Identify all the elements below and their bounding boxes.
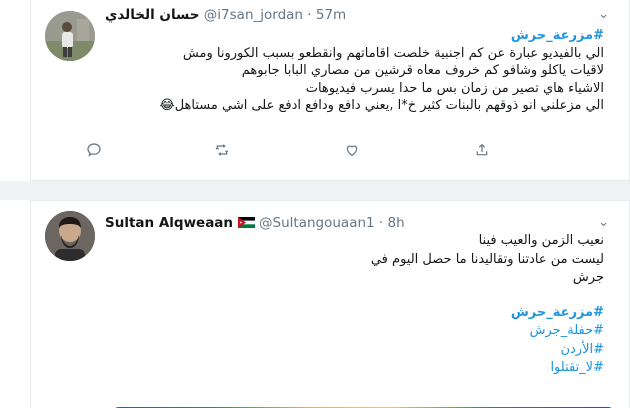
tweet-line: جرش xyxy=(572,270,604,285)
tweet-line: الي مزعلني انو ذوقهم بالبنات كثير خ*ا ,ي… xyxy=(159,98,604,113)
tweet-line: نعيب الزمن والعيب فينا xyxy=(478,233,604,248)
hashtag[interactable]: #لا_تقتلوا xyxy=(111,359,604,378)
separator-dot: · xyxy=(307,7,312,23)
hashtag[interactable]: #حفلة_جرش xyxy=(111,322,604,341)
reply-icon[interactable] xyxy=(83,139,105,161)
timeline-gap xyxy=(0,181,630,200)
timestamp[interactable]: 57m xyxy=(316,7,346,23)
avatar[interactable] xyxy=(45,211,95,261)
jordan-flag-icon xyxy=(238,214,256,228)
display-name[interactable]: Sultan Alqweaan xyxy=(105,215,233,231)
tweet-line: ليست من عادتنا وتقاليدنا ما حصل اليوم في xyxy=(370,251,604,267)
tweet-card[interactable]: حسان الخالدي @i7san_jordan · 57m ⌄ #مزرع… xyxy=(30,0,630,181)
retweet-icon[interactable] xyxy=(211,139,233,161)
share-icon[interactable] xyxy=(471,139,493,161)
tweet-header: حسان الخالدي @i7san_jordan · 57m ⌄ xyxy=(105,5,609,25)
tweet-card[interactable]: Sultan Alqweaan @Sultangouaan1 · 8h ⌄ نعي… xyxy=(30,200,630,408)
tweet-header: Sultan Alqweaan @Sultangouaan1 · 8h ⌄ xyxy=(105,213,609,233)
hashtag[interactable]: #مزرعة_حرش xyxy=(111,27,604,45)
chevron-down-icon[interactable]: ⌄ xyxy=(598,213,609,233)
tweet-text: #مزرعة_حرش الي بالفيديو عبارة عن كم اجنب… xyxy=(111,27,604,115)
tweet-line: الاشياء هاي تصير من زمان بس ما حدا يسرب … xyxy=(305,80,604,96)
handle[interactable]: @i7san_jordan xyxy=(204,7,303,23)
separator-dot: · xyxy=(378,215,384,231)
hashtag[interactable]: #الأردن xyxy=(111,341,604,360)
tweet-line: لاقيات ياكلو وشافو كم خروف معاه قرشين من… xyxy=(241,63,604,78)
tweet-line: الي بالفيديو عبارة عن كم اجنبية خلصت اقا… xyxy=(182,45,604,61)
avatar[interactable] xyxy=(45,11,95,61)
chevron-down-icon[interactable]: ⌄ xyxy=(598,5,609,25)
handle[interactable]: @Sultangouaan1 xyxy=(259,215,375,231)
heart-icon[interactable] xyxy=(341,139,363,161)
timestamp[interactable]: 8h xyxy=(388,215,405,231)
tweet-text: نعيب الزمن والعيب فينا ليست من عادتنا وت… xyxy=(111,232,604,378)
hashtag[interactable]: #مزرعة_حرش xyxy=(111,304,604,323)
display-name[interactable]: حسان الخالدي xyxy=(105,7,200,23)
tweet-actions xyxy=(83,139,583,163)
